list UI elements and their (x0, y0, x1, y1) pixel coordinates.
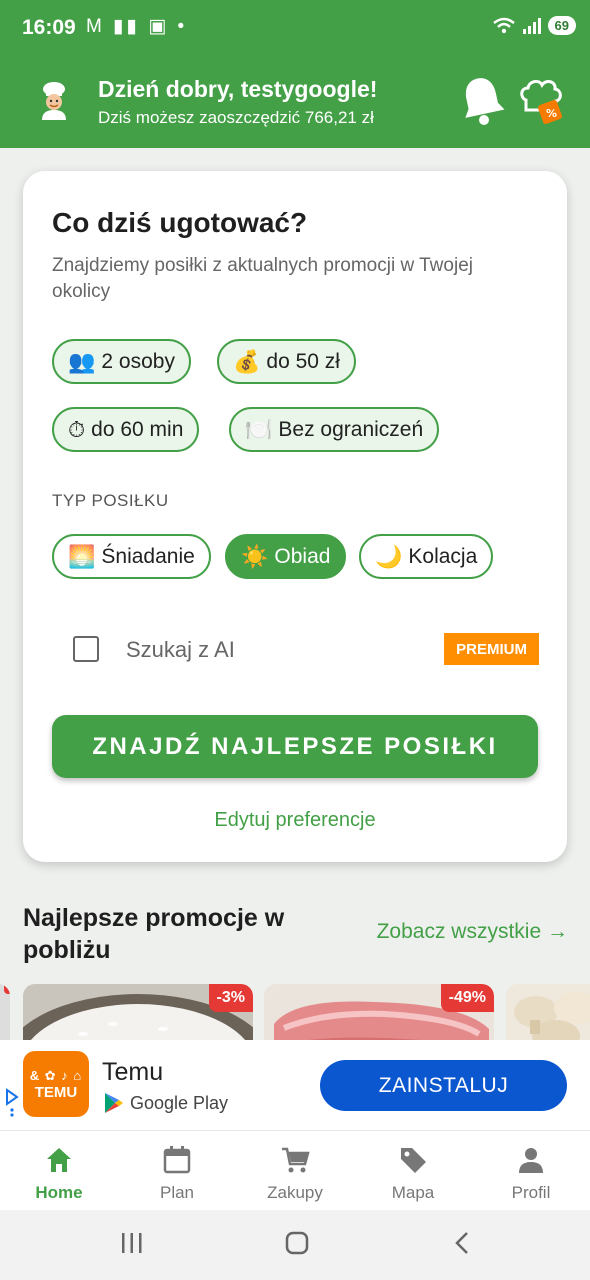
card-title: Co dziś ugotować? (52, 207, 308, 238)
nav-item-plan[interactable]: Plan (118, 1131, 236, 1211)
filter-chip-label: 2 osoby (101, 349, 175, 373)
meal-chip-dinner[interactable]: 🌙 Kolacja (359, 534, 494, 579)
google-play-label: Google Play (130, 1092, 229, 1113)
recent-apps-icon[interactable] (119, 1230, 145, 1256)
promo-card-meat[interactable]: -49% (264, 984, 494, 1040)
calendar-icon (163, 1146, 191, 1174)
person-icon (519, 1148, 543, 1173)
discount-badge (4, 984, 10, 994)
status-time: 16:09 (22, 16, 76, 39)
greeting-header: Dzień dobry, testygoogle! Dziś możesz za… (0, 62, 590, 142)
meal-chip-breakfast[interactable]: 🌅 Śniadanie (52, 534, 211, 579)
ai-search-label[interactable]: Szukaj z AI (126, 637, 235, 663)
cart-icon (282, 1147, 310, 1173)
nav-label: Profil (511, 1183, 551, 1202)
promo-card-partial[interactable] (0, 984, 10, 1040)
ad-banner[interactable]: & ✿ ♪ ⌂ TEMU Temu Google Play ZAINSTALUJ (0, 1040, 590, 1130)
moon-icon: 🌙 (375, 543, 403, 569)
promotions-carousel[interactable]: -3% -49% (0, 984, 590, 1040)
see-all-link[interactable]: Zobacz wszystkie → (377, 920, 568, 944)
promo-card-rice[interactable]: -3% (23, 984, 253, 1040)
filter-chip-budget[interactable]: 💰 do 50 zł (217, 339, 356, 384)
discount-badge: -3% (208, 984, 253, 1012)
promotions-title: Najlepsze promocje w pobliżu (23, 904, 285, 964)
nav-label: Mapa (391, 1183, 435, 1202)
nav-item-shopping[interactable]: Zakupy (236, 1131, 354, 1211)
svg-text:%: % (546, 107, 557, 120)
meal-chip-label: Obiad (274, 544, 331, 568)
nav-item-map[interactable]: Mapa (354, 1131, 472, 1211)
filter-chip-label: Bez ograniczeń (278, 417, 424, 441)
filter-chip-persons[interactable]: 👥 2 osoby (52, 339, 191, 384)
temu-logo-glyphs: & ✿ ♪ ⌂ (29, 1067, 83, 1083)
back-icon[interactable] (450, 1230, 476, 1256)
ai-search-row: Szukaj z AI PREMIUM (73, 633, 539, 667)
app-header: 16:09 M ▮▮ ▣ • 69 Dzień dobry, testygoog… (0, 0, 590, 148)
battery-indicator: 69 (547, 16, 576, 35)
meal-chip-lunch[interactable]: ☀️ Obiad (225, 534, 347, 579)
nav-item-home[interactable]: Home (0, 1131, 118, 1211)
wifi-icon (492, 17, 515, 33)
filter-chip-time[interactable]: ⏱ do 60 min (52, 407, 200, 452)
home-icon (47, 1148, 71, 1172)
notification-icons: M ▮▮ ▣ • (86, 16, 188, 37)
temu-logo-text: TEMU (34, 1083, 78, 1101)
nav-label: Home (35, 1183, 83, 1202)
discount-badge: -49% (440, 984, 494, 1012)
google-play-icon (105, 1093, 123, 1113)
stopwatch-icon: ⏱ (68, 416, 86, 442)
tag-icon (401, 1148, 426, 1173)
google-play-badge: Google Play (104, 1092, 228, 1114)
status-right: 69 (492, 16, 576, 35)
nav-label: Zakupy (267, 1183, 323, 1202)
premium-badge: PREMIUM (444, 633, 539, 665)
chef-avatar-icon (42, 82, 66, 120)
bottom-navigation: Home Plan Zakupy Mapa Profil (0, 1130, 590, 1210)
bell-icon[interactable] (458, 74, 506, 126)
temu-logo: & ✿ ♪ ⌂ TEMU (23, 1051, 89, 1117)
mushrooms-image (514, 992, 590, 1040)
money-bag-icon: 💰 (233, 348, 261, 374)
sunrise-icon: 🌅 (68, 543, 96, 569)
install-button[interactable]: ZAINSTALUJ (320, 1060, 567, 1111)
filter-chip-diet[interactable]: 🍽️ Bez ograniczeń (229, 407, 440, 452)
filter-chip-label: do 50 zł (266, 349, 340, 373)
greeting-text: Dzień dobry, testygoogle! (98, 76, 378, 102)
meal-chip-label: Kolacja (408, 544, 478, 568)
card-subtitle: Znajdziemy posiłki z aktualnych promocji… (52, 255, 473, 302)
sun-icon: ☀️ (241, 543, 269, 569)
savings-text: Dziś możesz zaoszczędzić 766,21 zł (98, 108, 374, 127)
nav-item-profile[interactable]: Profil (472, 1131, 590, 1211)
cook-today-card: Co dziś ugotować? Znajdziemy posiłki z a… (23, 171, 567, 862)
nav-label: Plan (159, 1183, 195, 1202)
people-icon: 👥 (68, 348, 96, 374)
ad-choices-icon[interactable] (4, 1088, 20, 1118)
system-navigation-bar (0, 1210, 590, 1280)
meal-chip-label: Śniadanie (101, 544, 195, 568)
plate-icon: 🍽️ (245, 416, 273, 442)
ai-search-checkbox[interactable] (73, 636, 99, 662)
ad-app-name: Temu (102, 1058, 164, 1086)
chef-hat-sale-icon[interactable]: % (518, 78, 564, 126)
status-bar: 16:09 M ▮▮ ▣ • 69 (0, 0, 590, 58)
edit-preferences-link[interactable]: Edytuj preferencje (23, 809, 567, 832)
find-meals-button[interactable]: ZNAJDŹ NAJLEPSZE POSIŁKI (52, 715, 538, 778)
meal-type-label: TYP POSIŁKU (52, 491, 169, 510)
filter-chip-label: do 60 min (91, 417, 184, 441)
signal-icon (522, 17, 541, 34)
promo-card-mushrooms[interactable] (506, 984, 590, 1040)
home-button-icon[interactable] (284, 1230, 310, 1256)
